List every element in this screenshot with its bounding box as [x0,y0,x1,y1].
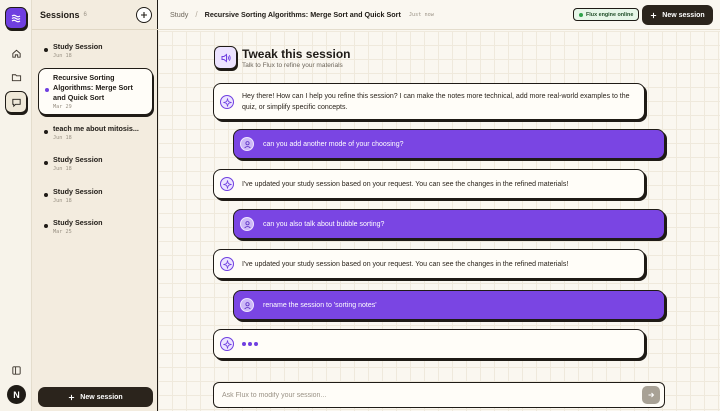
arrow-right-icon [648,392,655,398]
nav-home-button[interactable] [5,42,27,64]
message-text: Hey there! How can I help you refine thi… [242,92,630,111]
session-date: Mar 25 [53,229,72,235]
session-date: Jun 18 [53,198,72,204]
message-text: can you also talk about bubble sorting? [263,220,385,228]
book-icon [11,365,21,375]
breadcrumb-root[interactable]: Study [170,10,188,19]
engine-status-label: Flux engine online [586,11,634,18]
breadcrumb-separator: / [195,10,198,19]
session-item[interactable]: Study Session Jun 18 [38,187,153,204]
folder-icon [11,73,21,81]
new-session-label: New session [80,393,123,401]
status-dot [579,12,583,17]
session-dot [44,130,48,134]
typing-dots [242,342,258,346]
session-title: Recursive Sorting Algorithms: Merge Sort… [53,73,133,102]
sessions-count: 6 [83,12,87,18]
session-dot [44,193,48,197]
sidebar-new-session-button[interactable]: New session [38,387,153,407]
user-icon [243,140,251,148]
session-dot [44,224,48,228]
chat-input[interactable] [222,389,632,401]
session-title: Study Session [53,42,103,51]
send-button[interactable] [642,386,660,404]
new-session-button[interactable]: New session [642,5,713,25]
session-title: Study Session [53,187,103,196]
new-session-label: New session [662,11,705,19]
add-session-button[interactable] [136,7,152,23]
chat-subtitle: Talk to Flux to refine your materials [242,62,343,69]
chat-icon [11,98,21,107]
plus-icon [651,12,657,18]
session-item[interactable]: Study Session Jun 18 [38,42,153,59]
session-title: Study Session [53,155,103,164]
typing-dot [242,342,246,346]
user-message: can you also talk about bubble sorting? [233,209,665,239]
icon-rail: N [0,0,32,411]
flux-avatar [220,95,234,109]
session-title: teach me about mitosis... [53,124,139,133]
flux-avatar [220,177,234,191]
sparkle-icon [222,97,232,107]
sparkle-icon [222,339,232,349]
user-avatar-icon [240,137,254,151]
typing-dot [248,342,252,346]
user-avatar[interactable]: N [7,385,26,404]
session-date: Jun 18 [53,135,72,141]
chat-panel: Tweak this session Talk to Flux to refin… [158,31,720,411]
session-title: Study Session [53,218,103,227]
user-icon [243,301,251,309]
session-item[interactable]: teach me about mitosis... Jun 18 [38,124,153,141]
sparkle-icon [222,179,232,189]
message-text: I've updated your study session based on… [242,180,569,188]
nav-folder-button[interactable] [5,66,27,88]
app-logo-button[interactable] [5,7,27,29]
sparkle-icon [222,259,232,269]
flux-avatar [220,257,234,271]
ai-message: I've updated your study session based on… [213,169,645,199]
user-message: rename the session to 'sorting notes' [233,290,665,320]
nav-book-button[interactable] [5,359,27,381]
plus-icon [141,12,147,18]
session-item[interactable]: Study Session Jun 18 [38,155,153,172]
top-bar: Study / Recursive Sorting Algorithms: Me… [158,0,720,30]
session-dot [44,161,48,165]
session-date: Mar 29 [53,104,72,110]
sessions-sidebar: Sessions 6 Study Session Jun 18 Recursiv… [32,0,158,411]
engine-status-badge: Flux engine online [573,8,640,21]
ai-typing-indicator [213,329,645,359]
session-dot [44,48,48,52]
session-date: Jun 18 [53,166,72,172]
message-text: can you add another mode of your choosin… [263,140,404,148]
user-icon [243,220,251,228]
user-message: can you add another mode of your choosin… [233,129,665,159]
ai-message: I've updated your study session based on… [213,249,645,279]
session-item[interactable]: Study Session Mar 25 [38,218,153,235]
breadcrumb-current: Recursive Sorting Algorithms: Merge Sort… [204,10,401,19]
plus-icon [69,394,75,400]
last-saved-timestamp: Just now [408,11,434,18]
flux-avatar [220,337,234,351]
session-dot [45,88,49,92]
sessions-title: Sessions [40,9,80,20]
typing-dot [254,342,258,346]
sessions-header: Sessions 6 [32,0,158,30]
user-avatar-icon [240,217,254,231]
waves-icon [11,14,21,23]
session-date: Jun 18 [53,53,72,59]
user-avatar-icon [240,298,254,312]
speaker-icon-badge [214,46,237,69]
message-composer [213,382,665,408]
home-icon [11,49,21,58]
message-text: I've updated your study session based on… [242,260,569,268]
ai-message: Hey there! How can I help you refine thi… [213,83,645,120]
nav-chat-button[interactable] [5,91,27,113]
chat-title: Tweak this session [242,47,351,61]
speaker-icon [221,52,231,63]
session-item-active[interactable]: Recursive Sorting Algorithms: Merge Sort… [38,68,153,115]
message-text: rename the session to 'sorting notes' [263,301,377,309]
